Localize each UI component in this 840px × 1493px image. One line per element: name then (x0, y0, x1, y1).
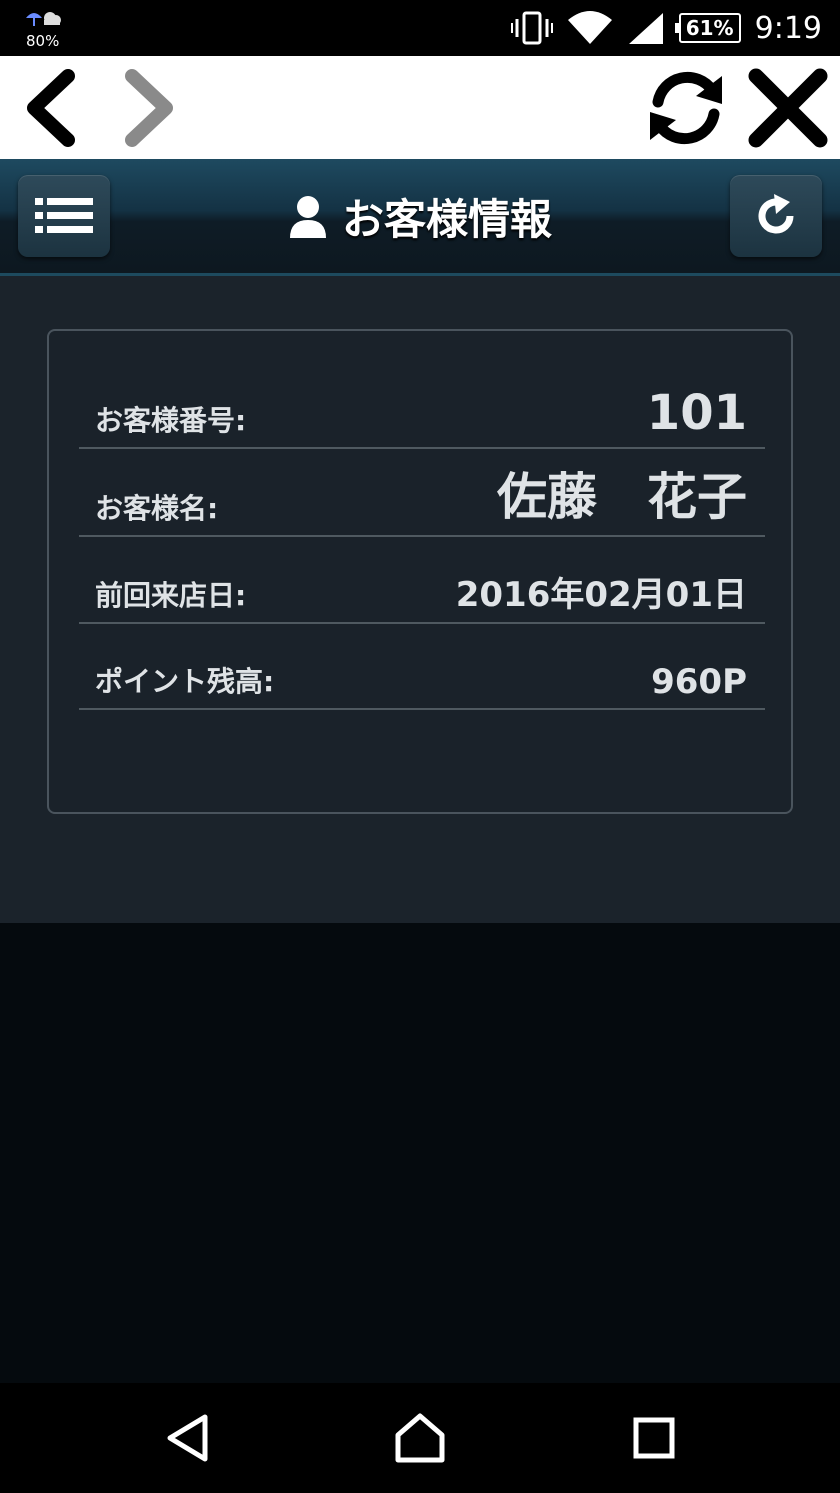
system-recents-button[interactable] (594, 1383, 714, 1493)
sync-icon (650, 71, 722, 144)
page-title: お客様情報 (0, 159, 840, 273)
browser-toolbar (0, 56, 840, 159)
customer-name-value: 佐藤 花子 (497, 468, 747, 526)
refresh-button[interactable] (730, 175, 822, 257)
battery-indicator: 61% (674, 13, 741, 43)
customer-number-label: お客様番号: (95, 404, 247, 437)
page-title-text: お客様情報 (341, 194, 552, 244)
vibrate-icon (510, 11, 553, 45)
signal-icon (628, 13, 663, 44)
customer-name-label: お客様名: (95, 492, 219, 525)
last-visit-row: 前回来店日: 2016年02月01日 (79, 537, 765, 624)
browser-back-button[interactable] (0, 56, 100, 159)
customer-number-value: 101 (646, 385, 747, 441)
menu-button[interactable] (18, 175, 110, 257)
browser-forward-button[interactable] (100, 56, 200, 159)
chevron-right-icon (125, 68, 173, 147)
weather-indicator: 80% (24, 8, 68, 52)
customer-name-row: お客様名: 佐藤 花子 (79, 449, 765, 537)
triangle-back-icon (167, 1414, 208, 1462)
refresh-icon (758, 194, 794, 234)
clock: 9:19 (754, 10, 822, 46)
system-back-button[interactable] (128, 1383, 248, 1493)
point-balance-value: 960P (651, 662, 747, 702)
square-recents-icon (633, 1417, 675, 1459)
close-icon (748, 68, 828, 147)
point-balance-row: ポイント残高: 960P (79, 624, 765, 710)
home-icon (395, 1413, 445, 1463)
weather-percent: 80% (26, 32, 60, 50)
last-visit-value: 2016年02月01日 (455, 575, 747, 615)
system-nav-bar (0, 1383, 840, 1493)
point-balance-label: ポイント残高: (95, 665, 275, 698)
content-area: お客様番号: 101 お客様名: 佐藤 花子 前回来店日: 2016年02月01… (0, 276, 840, 923)
browser-reload-button[interactable] (636, 56, 736, 159)
customer-info-card: お客様番号: 101 お客様名: 佐藤 花子 前回来店日: 2016年02月01… (47, 329, 793, 814)
status-icons: 61% 9:19 (510, 0, 822, 56)
status-bar: 80% 61% 9:19 (0, 0, 840, 56)
weather-icon (26, 12, 61, 26)
user-icon (289, 196, 326, 238)
last-visit-label: 前回来店日: (95, 579, 247, 612)
system-home-button[interactable] (360, 1383, 480, 1493)
customer-number-row: お客様番号: 101 (79, 371, 765, 449)
browser-close-button[interactable] (738, 56, 838, 159)
list-icon (35, 198, 93, 233)
wifi-icon (567, 11, 612, 44)
app-header: お客様情報 (0, 159, 840, 276)
chevron-left-icon (27, 68, 75, 147)
